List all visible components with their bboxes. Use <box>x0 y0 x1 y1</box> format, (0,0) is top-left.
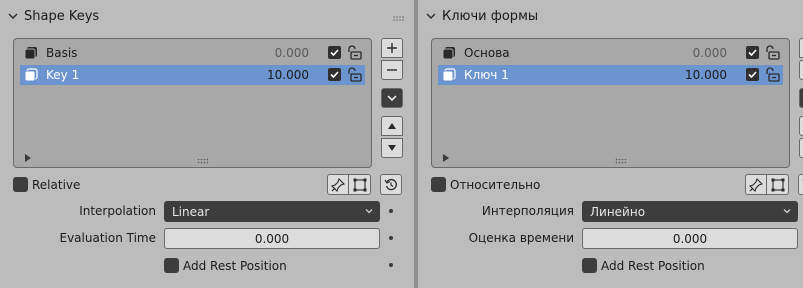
menu-chevron-icon <box>387 95 397 102</box>
move-up-button[interactable] <box>381 116 403 136</box>
animate-property-dot[interactable] <box>389 263 393 267</box>
chevron-down-icon <box>783 209 791 214</box>
relative-label: Relative <box>32 177 81 192</box>
evaluation-time-field[interactable]: 0.000 <box>582 228 798 249</box>
edit-mode-icon <box>353 178 366 191</box>
checkbox-checked-icon[interactable] <box>746 68 759 81</box>
shape-key-value[interactable]: 10.000 <box>267 68 309 82</box>
unlock-icon[interactable] <box>763 66 781 83</box>
checkbox-checked-icon[interactable] <box>328 68 341 81</box>
evaluation-time-value: 0.000 <box>672 231 708 246</box>
edit-mode-icon <box>771 178 784 191</box>
interpolation-value: Линейно <box>590 204 646 219</box>
unlock-icon[interactable] <box>345 44 363 61</box>
shape-key-value[interactable]: 0.000 <box>693 46 727 60</box>
unlock-icon[interactable] <box>763 44 781 61</box>
specials-menu-button[interactable] <box>381 88 403 108</box>
edit-mode-button[interactable] <box>349 174 371 195</box>
interpolation-dropdown[interactable]: Линейно <box>582 201 798 222</box>
shape-key-icon <box>442 68 456 82</box>
plus-icon <box>387 43 397 53</box>
chevron-down-icon <box>424 9 438 23</box>
interpolation-label: Интерполяция <box>481 204 574 218</box>
panel-title: Ключи формы <box>442 8 539 24</box>
chevron-down-icon <box>6 9 20 23</box>
evaluation-time-field[interactable]: 0.000 <box>164 228 380 249</box>
evaluation-time-label: Оценка времени <box>468 231 574 245</box>
add-shape-key-button[interactable] <box>381 38 403 58</box>
relative-checkbox[interactable]: Relative <box>13 177 80 192</box>
checkbox-checked-icon[interactable] <box>328 46 341 59</box>
panel-header[interactable]: Ключи формы <box>424 4 797 28</box>
relative-checkbox[interactable]: Относительно <box>431 177 540 192</box>
shape-keys-panel-english: Shape Keys Basis 0.000 Key 1 10.000 Rela… <box>0 0 414 288</box>
reset-button[interactable] <box>380 174 402 195</box>
pin-button[interactable] <box>745 174 767 195</box>
shape-key-name[interactable]: Key 1 <box>46 68 79 82</box>
list-item[interactable]: Основа 0.000 <box>438 43 783 63</box>
add-shape-key-button[interactable] <box>799 38 803 58</box>
remove-shape-key-button[interactable] <box>799 60 803 80</box>
arrow-up-icon <box>388 123 396 129</box>
animate-property-dot[interactable] <box>389 236 393 240</box>
pin-icon <box>331 177 345 192</box>
edit-mode-button[interactable] <box>767 174 789 195</box>
interpolation-dropdown[interactable]: Linear <box>164 201 380 222</box>
pin-button[interactable] <box>327 174 349 195</box>
remove-shape-key-button[interactable] <box>381 60 403 80</box>
shape-key-name[interactable]: Ключ 1 <box>464 68 509 82</box>
shape-keys-panel-russian: Ключи формы Основа 0.000 Ключ 1 10.000 О… <box>418 0 803 288</box>
checkbox[interactable] <box>13 177 28 192</box>
checkbox[interactable] <box>582 258 597 273</box>
reset-icon <box>384 178 397 190</box>
list-item[interactable]: Basis 0.000 <box>20 43 365 63</box>
arrow-down-icon <box>388 145 396 151</box>
animate-property-dot[interactable] <box>389 209 393 213</box>
add-rest-position-checkbox[interactable]: Add Rest Position <box>582 258 705 273</box>
add-rest-position-checkbox[interactable]: Add Rest Position <box>164 258 287 273</box>
checkbox-checked-icon[interactable] <box>746 46 759 59</box>
shape-key-icon <box>24 46 38 60</box>
shape-key-list[interactable]: Basis 0.000 Key 1 10.000 <box>13 38 372 168</box>
expand-icon[interactable] <box>442 151 450 162</box>
shape-key-name[interactable]: Основа <box>464 46 510 60</box>
shape-key-icon <box>442 46 456 60</box>
move-down-button[interactable] <box>799 138 803 158</box>
pin-icon <box>749 177 763 192</box>
shape-key-icon <box>24 68 38 82</box>
panel-title: Shape Keys <box>24 8 100 24</box>
evaluation-time-label: Evaluation Time <box>59 231 157 245</box>
expand-icon[interactable] <box>24 151 32 162</box>
shape-key-value[interactable]: 10.000 <box>685 68 727 82</box>
shape-key-name[interactable]: Basis <box>46 46 77 60</box>
drag-grip-icon[interactable] <box>197 153 209 164</box>
unlock-icon[interactable] <box>345 66 363 83</box>
reset-button[interactable] <box>798 174 803 195</box>
move-down-button[interactable] <box>381 138 403 158</box>
chevron-down-icon <box>365 209 373 214</box>
minus-icon <box>387 69 397 71</box>
drag-grip-icon[interactable] <box>615 153 627 164</box>
add-rest-position-label: Add Rest Position <box>183 258 287 273</box>
checkbox[interactable] <box>164 258 179 273</box>
list-item-selected[interactable]: Key 1 10.000 <box>20 65 365 85</box>
interpolation-value: Linear <box>172 204 210 219</box>
relative-label: Относительно <box>450 177 541 192</box>
interpolation-label: Interpolation <box>79 204 156 218</box>
shape-key-value[interactable]: 0.000 <box>275 46 309 60</box>
drag-grip-icon[interactable] <box>392 12 406 21</box>
shape-key-list[interactable]: Основа 0.000 Ключ 1 10.000 <box>431 38 790 168</box>
move-up-button[interactable] <box>799 116 803 136</box>
add-rest-position-label: Add Rest Position <box>601 258 705 273</box>
list-item-selected[interactable]: Ключ 1 10.000 <box>438 65 783 85</box>
specials-menu-button[interactable] <box>799 88 803 108</box>
checkbox[interactable] <box>431 177 446 192</box>
evaluation-time-value: 0.000 <box>254 231 290 246</box>
panel-header[interactable]: Shape Keys <box>6 4 408 28</box>
